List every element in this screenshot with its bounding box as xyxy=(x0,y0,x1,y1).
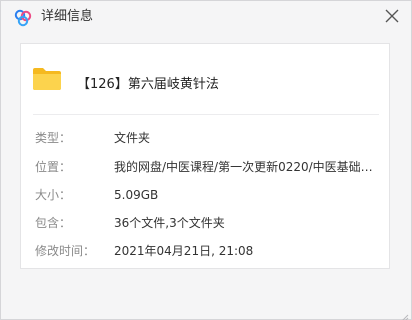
close-icon xyxy=(385,9,399,23)
location-row: 位置： 我的网盘/中医课程/第一次更新0220/中医基础理论/ xyxy=(21,158,389,176)
divider xyxy=(33,114,379,115)
modified-value: 2021年04月21日, 21:08 xyxy=(114,244,254,258)
contents-row: 包含： 36个文件,3个文件夹 xyxy=(21,214,389,232)
size-value: 5.09GB xyxy=(114,188,159,202)
type-row: 类型： 文件夹 xyxy=(21,129,389,147)
location-label: 位置： xyxy=(35,160,72,174)
close-button[interactable] xyxy=(381,5,403,27)
type-label: 类型： xyxy=(35,131,72,145)
item-header: 【126】第六届岐黄针法 xyxy=(21,44,389,100)
size-label: 大小： xyxy=(35,188,72,202)
item-name: 【126】第六届岐黄针法 xyxy=(77,77,219,92)
title-bar[interactable]: 详细信息 xyxy=(1,1,411,33)
cloud-icon xyxy=(13,9,33,27)
type-value: 文件夹 xyxy=(114,131,151,145)
location-value[interactable]: 我的网盘/中医课程/第一次更新0220/中医基础理论/ xyxy=(114,158,380,176)
dialog-title: 详细信息 xyxy=(41,9,94,24)
modified-row: 修改时间： 2021年04月21日, 21:08 xyxy=(21,242,389,260)
details-card: 【126】第六届岐黄针法 类型： 文件夹 位置： 我的网盘/中医课程/第一次更新… xyxy=(20,43,390,269)
contents-label: 包含： xyxy=(35,216,72,230)
resize-grip-icon[interactable] xyxy=(399,307,409,320)
folder-icon xyxy=(32,67,62,91)
details-dialog: 详细信息 【126】第六届岐黄针法 类型： 文件夹 位置： 我的网盘/中医课程/… xyxy=(0,0,412,320)
contents-value: 36个文件,3个文件夹 xyxy=(114,216,225,230)
modified-label: 修改时间： xyxy=(35,244,96,258)
size-row: 大小： 5.09GB xyxy=(21,186,389,204)
